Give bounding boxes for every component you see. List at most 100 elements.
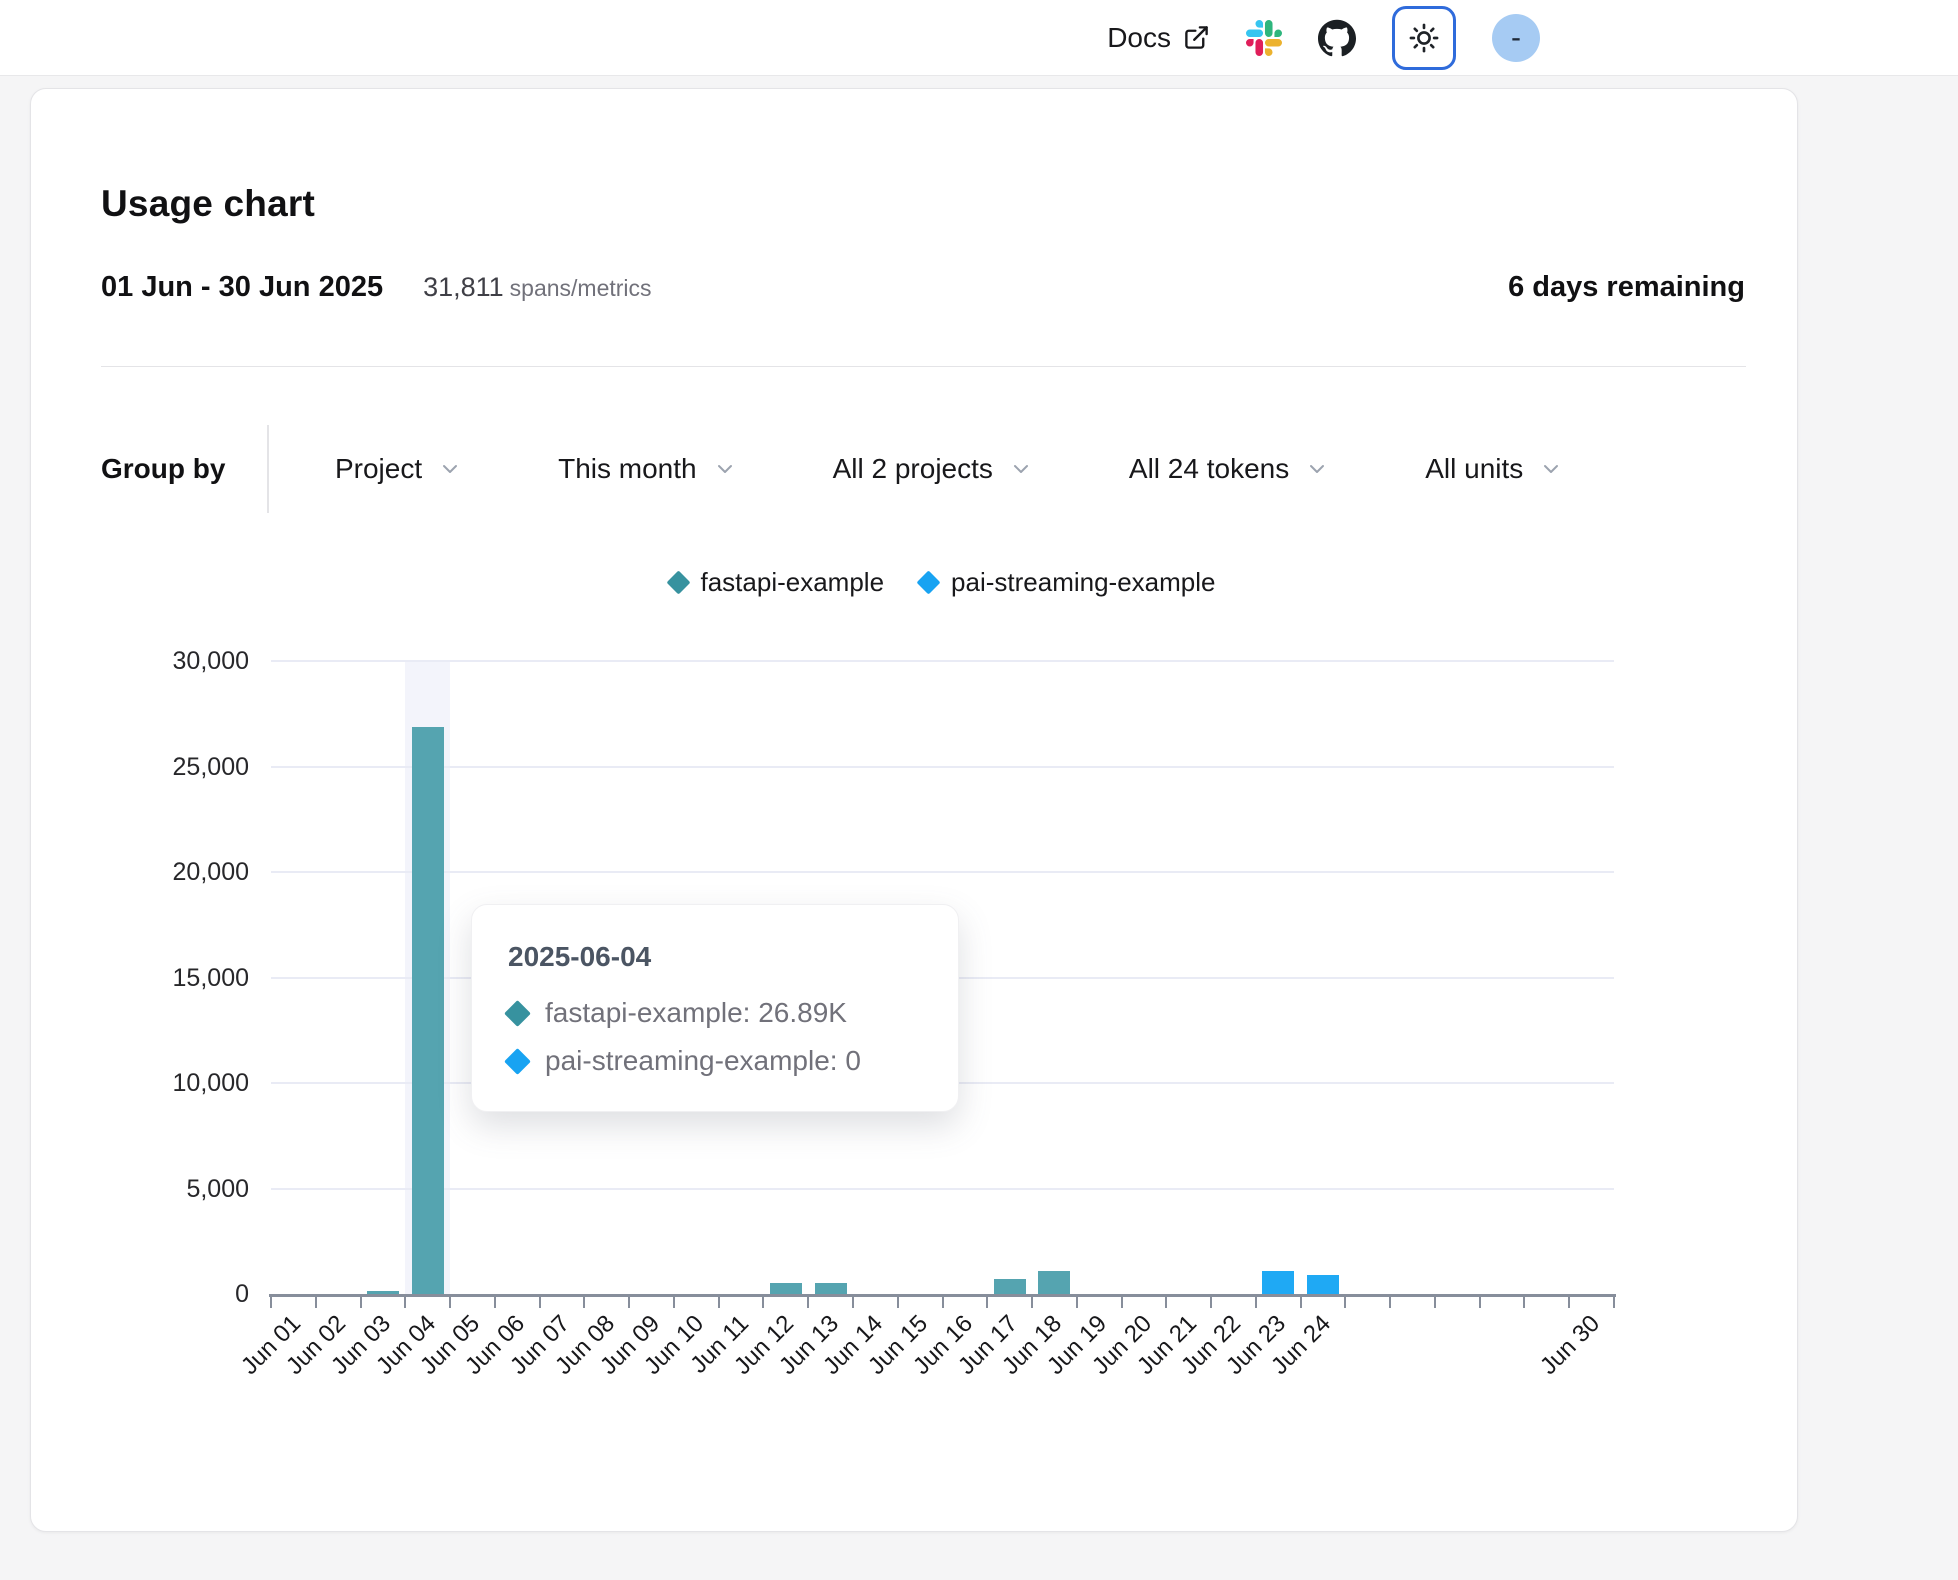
avatar-label: - (1511, 21, 1521, 55)
x-axis-tick (718, 1297, 720, 1308)
x-axis-tick (897, 1297, 899, 1308)
filter-dropdown-label: All 24 tokens (1129, 453, 1289, 485)
legend-label: fastapi-example (701, 567, 885, 598)
x-axis-tick (628, 1297, 630, 1308)
topbar: Docs (0, 0, 1958, 76)
bar-fastapi-example-jun-04[interactable] (412, 727, 444, 1294)
usage-total-value: 31,811 (423, 272, 504, 302)
page-title: Usage chart (101, 183, 315, 225)
y-axis-tick-label: 30,000 (99, 647, 249, 676)
x-axis-tick (449, 1297, 451, 1308)
tooltip-date: 2025-06-04 (508, 941, 918, 973)
gridline (271, 1188, 1614, 1190)
filter-dropdown-time-range[interactable]: This month (558, 453, 737, 485)
bar-pai-streaming-example-jun-23[interactable] (1262, 1271, 1294, 1294)
tooltip-series-value: pai-streaming-example: 0 (545, 1045, 861, 1077)
date-range: 01 Jun - 30 Jun 2025 (101, 271, 383, 304)
group-by-label: Group by (101, 453, 225, 485)
github-icon (1318, 19, 1356, 57)
y-axis-tick-label: 25,000 (99, 753, 249, 782)
tooltip-diamond-icon (504, 1048, 531, 1075)
chevron-down-icon (1539, 457, 1563, 481)
x-axis-tick (673, 1297, 675, 1308)
x-axis-tick (583, 1297, 585, 1308)
docs-label: Docs (1107, 22, 1171, 54)
x-axis-tick (1568, 1297, 1570, 1308)
y-axis-tick-label: 20,000 (99, 858, 249, 887)
user-avatar[interactable]: - (1492, 14, 1540, 62)
x-axis-tick (1031, 1297, 1033, 1308)
x-axis-tick (360, 1297, 362, 1308)
usage-card: Usage chart 01 Jun - 30 Jun 2025 31,811s… (30, 88, 1798, 1532)
bar-fastapi-example-jun-13[interactable] (815, 1283, 847, 1294)
x-axis-tick (1210, 1297, 1212, 1308)
x-axis-tick (1300, 1297, 1302, 1308)
x-axis-tick (1479, 1297, 1481, 1308)
x-axis-tick (986, 1297, 988, 1308)
slack-icon (1246, 20, 1282, 56)
x-axis-tick (807, 1297, 809, 1308)
bar-fastapi-example-jun-17[interactable] (994, 1279, 1026, 1294)
x-axis-tick (1434, 1297, 1436, 1308)
x-axis-tick (315, 1297, 317, 1308)
y-axis-tick-label: 0 (99, 1280, 249, 1309)
chevron-down-icon (438, 457, 462, 481)
filter-dropdown-label: All 2 projects (833, 453, 993, 485)
y-axis-tick-label: 10,000 (99, 1069, 249, 1098)
vertical-divider (267, 425, 269, 513)
x-axis-tick (1121, 1297, 1123, 1308)
filter-dropdown-tokens[interactable]: All 24 tokens (1129, 453, 1329, 485)
legend-diamond-icon (666, 570, 690, 594)
x-axis-tick (270, 1297, 272, 1308)
legend-item-fastapi-example: fastapi-example (670, 567, 885, 598)
tooltip-series-row: fastapi-example: 26.89K (508, 997, 918, 1029)
x-axis-tick (1076, 1297, 1078, 1308)
y-axis-tick-label: 5,000 (99, 1175, 249, 1204)
filter-dropdown-group-by-project[interactable]: Project (335, 453, 462, 485)
x-axis-tick (494, 1297, 496, 1308)
bar-pai-streaming-example-jun-24[interactable] (1307, 1275, 1339, 1294)
x-axis-tick (1613, 1297, 1615, 1308)
github-button[interactable] (1318, 19, 1356, 57)
legend-item-pai-streaming-example: pai-streaming-example (920, 567, 1215, 598)
gridline (271, 660, 1614, 662)
x-axis-tick (1255, 1297, 1257, 1308)
docs-link[interactable]: Docs (1107, 22, 1210, 54)
x-axis-tick (1389, 1297, 1391, 1308)
tooltip-series-value: fastapi-example: 26.89K (545, 997, 847, 1029)
x-axis-tick (404, 1297, 406, 1308)
bar-fastapi-example-jun-12[interactable] (770, 1283, 802, 1294)
filter-dropdown-label: This month (558, 453, 697, 485)
filter-dropdown-units[interactable]: All units (1425, 453, 1563, 485)
filter-row: Group by Project This month All 2 projects… (101, 425, 1659, 513)
divider (101, 366, 1746, 367)
chevron-down-icon (1305, 457, 1329, 481)
usage-summary-row: 01 Jun - 30 Jun 2025 31,811spans/metrics… (101, 271, 1745, 304)
sun-icon (1408, 22, 1440, 54)
legend-label: pai-streaming-example (951, 567, 1215, 598)
usage-total: 31,811spans/metrics (423, 272, 651, 303)
legend-diamond-icon (917, 570, 941, 594)
x-axis-tick-label: Jun 30 (1487, 1310, 1606, 1429)
chevron-down-icon (1009, 457, 1033, 481)
chart-legend: fastapi-example pai-streaming-example (271, 567, 1614, 598)
tooltip-diamond-icon (504, 1000, 531, 1027)
days-remaining: 6 days remaining (1508, 271, 1745, 304)
x-axis-tick (539, 1297, 541, 1308)
tooltip-series-row: pai-streaming-example: 0 (508, 1045, 918, 1077)
x-axis-tick (1165, 1297, 1167, 1308)
y-axis-tick-label: 15,000 (99, 964, 249, 993)
external-link-icon (1183, 24, 1210, 51)
usage-total-unit: spans/metrics (510, 275, 652, 301)
chart-tooltip: 2025-06-04 fastapi-example: 26.89K pai-st… (471, 904, 959, 1112)
app: Docs (0, 0, 1958, 1580)
x-axis-tick (1523, 1297, 1525, 1308)
x-axis-tick (852, 1297, 854, 1308)
gridline (271, 871, 1614, 873)
theme-toggle-button[interactable] (1392, 6, 1456, 70)
filter-dropdown-label: Project (335, 453, 422, 485)
bar-fastapi-example-jun-18[interactable] (1038, 1271, 1070, 1294)
x-axis-tick (942, 1297, 944, 1308)
slack-button[interactable] (1246, 20, 1282, 56)
filter-dropdown-projects[interactable]: All 2 projects (833, 453, 1033, 485)
